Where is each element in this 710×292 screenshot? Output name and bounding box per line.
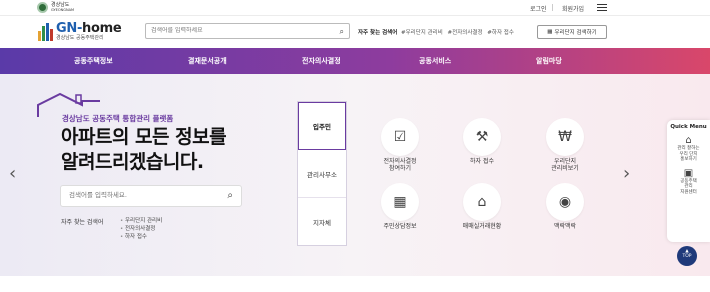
tab-resident[interactable]: 입주민	[298, 102, 346, 150]
main-nav: 공동주택정보 결재문서공개 전자의사결정 공동서비스 알림마당	[0, 48, 710, 74]
hero-search-input[interactable]	[69, 191, 219, 199]
logo-bars-icon	[38, 23, 53, 41]
hero-title: 아파트의 모든 정보를 알려드리겠습니다.	[61, 125, 227, 175]
service-label: 맥락맥락	[553, 223, 577, 230]
repair-icon: ⚒	[463, 118, 501, 156]
location-icon: ◉	[546, 183, 584, 221]
scroll-top-button[interactable]: ▲ TOP	[677, 246, 697, 266]
house-price-icon: ⌂	[463, 183, 501, 221]
tab-management-office[interactable]: 관리사무소	[298, 150, 346, 198]
building-icon: ▦	[381, 183, 419, 221]
fav-keyword[interactable]: 전자의사결정	[120, 225, 162, 233]
service-label: 주민상담정보	[383, 223, 417, 230]
service-map[interactable]: ◉ 맥락맥락	[535, 183, 595, 230]
fav-keyword[interactable]: 하자 접수	[120, 233, 162, 241]
fav-keywords-list: 우리단지 관리비 전자의사결정 하자 접수	[120, 217, 162, 241]
service-resident-consult[interactable]: ▦ 주민상담정보	[370, 183, 430, 230]
service-real-estate[interactable]: ⌂ 매매실거래현황	[452, 183, 512, 230]
service-e-decision[interactable]: ☑ 전자의사결정 참여하기	[370, 118, 430, 172]
bill-icon: ₩	[546, 118, 584, 156]
quick-item-promote[interactable]: ⌂ 관리 잘하는 우리 단지 홍보하기	[667, 135, 710, 163]
hot-keywords: 자주 찾는 검색어 #우리단지 관리비 #전자의사결정 #하자 접수	[358, 28, 517, 36]
hot-keywords-label: 자주 찾는 검색어	[358, 30, 398, 36]
hero-title-line2: 알려드리겠습니다.	[61, 151, 204, 173]
hot-keyword[interactable]: #우리단지 관리비	[401, 30, 443, 36]
hero-search-box: ⌕	[60, 185, 242, 207]
hero-title-line1: 아파트의 모든 정보를	[61, 126, 227, 148]
next-arrow-icon[interactable]: ›	[623, 163, 630, 184]
hot-keyword[interactable]: #전자의사결정	[448, 30, 483, 36]
quick-menu-title: Quick Menu	[670, 124, 707, 130]
building-icon: ▦	[547, 29, 553, 35]
signup-link[interactable]: 회원가입	[562, 4, 584, 13]
hot-keyword[interactable]: #하자 접수	[487, 30, 514, 36]
user-type-tabs: 입주민 관리사무소 지자체	[297, 101, 347, 246]
nav-item-documents[interactable]: 결재문서공개	[188, 56, 227, 66]
prev-arrow-icon[interactable]: ‹	[9, 163, 16, 184]
apartment-search-button[interactable]: ▦ 우리단지 검색하기	[537, 25, 607, 39]
quick-item-support-center[interactable]: ▣ 공동주택 관리 지원센터	[667, 168, 710, 196]
top-button-label: TOP	[682, 254, 692, 259]
house-icon: ⌂	[685, 135, 692, 146]
nav-item-housing-info[interactable]: 공동주택정보	[74, 56, 113, 66]
gov-logo-sub: GYEONGNAM	[51, 7, 75, 12]
logo-title: GN-home	[56, 21, 122, 36]
divider	[552, 4, 553, 11]
gyeongnam-logo[interactable]: 경상남도 GYEONGNAM	[37, 2, 74, 13]
fav-keyword[interactable]: 우리단지 관리비	[120, 217, 162, 225]
gyeongnam-emblem-icon	[37, 2, 48, 13]
nav-item-notices[interactable]: 알림마당	[536, 56, 562, 66]
quick-item-label: 관리 잘하는 우리 단지 홍보하기	[677, 146, 700, 162]
search-icon[interactable]: ⌕	[227, 190, 233, 201]
service-label: 전자의사결정 참여하기	[383, 158, 417, 172]
gn-home-logo[interactable]: GN-home 경상남도 공동주택관리	[38, 21, 122, 41]
service-label: 매매실거래현황	[462, 223, 502, 230]
service-defect-report[interactable]: ⚒ 하자 접수	[452, 118, 512, 165]
logo-title-suffix: home	[82, 21, 122, 36]
login-link[interactable]: 로그인	[530, 4, 547, 13]
logo-title-prefix: GN-	[56, 21, 83, 36]
service-label: 우리단지 관리비보기	[551, 158, 579, 172]
hero-banner	[0, 74, 710, 276]
nav-item-services[interactable]: 공동서비스	[419, 56, 451, 66]
top-utility-bar: 경상남도 GYEONGNAM 로그인 회원가입	[0, 0, 710, 16]
hero-subtitle: 경상남도 공동주택 통합관리 플랫폼	[62, 114, 174, 123]
quick-item-label: 공동주택 관리 지원센터	[680, 178, 697, 195]
header: GN-home 경상남도 공동주택관리 ⌕ 자주 찾는 검색어 #우리단지 관리…	[0, 16, 710, 48]
search-icon[interactable]: ⌕	[340, 27, 344, 37]
menu-icon[interactable]	[597, 4, 607, 12]
fav-keywords-label: 자주 찾는 검색어	[61, 219, 104, 226]
support-icon: ▣	[683, 167, 694, 179]
tab-local-government[interactable]: 지자체	[298, 198, 346, 246]
vote-icon: ☑	[381, 118, 419, 156]
header-search-input[interactable]	[151, 27, 331, 34]
nav-item-e-decision[interactable]: 전자의사결정	[302, 56, 341, 66]
quick-menu: Quick Menu ⌂ 관리 잘하는 우리 단지 홍보하기 ▣ 공동주택 관리…	[667, 120, 710, 242]
apartment-search-label: 우리단지 검색하기	[554, 30, 597, 36]
service-label: 하자 접수	[470, 158, 494, 165]
header-search-box: ⌕	[145, 23, 350, 39]
service-management-fee[interactable]: ₩ 우리단지 관리비보기	[535, 118, 595, 172]
